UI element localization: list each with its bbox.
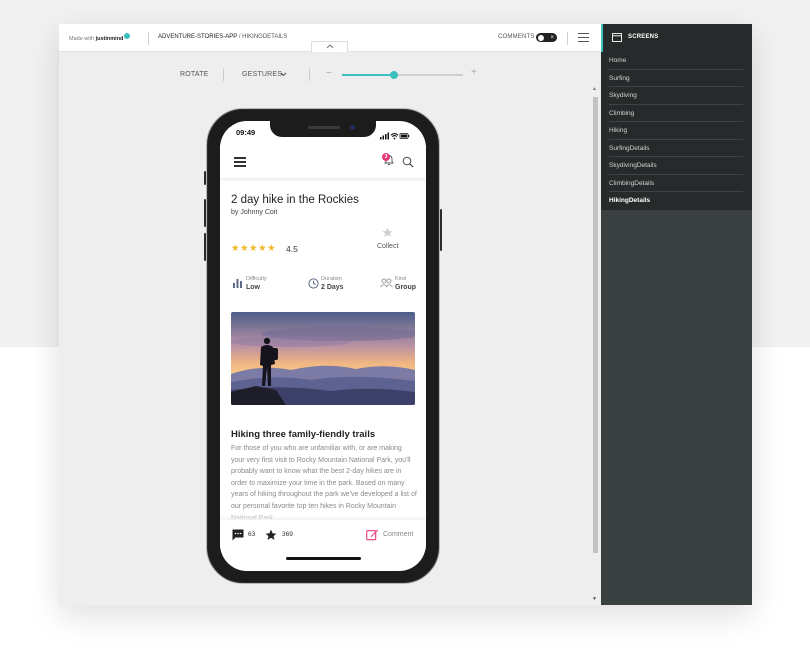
rating-stars: ★★★★★ bbox=[231, 243, 277, 254]
made-with-label: Made with bbox=[69, 36, 95, 42]
phone-volume-up-button bbox=[204, 199, 206, 227]
chevron-up-icon bbox=[326, 44, 334, 49]
screens-panel-title: SCREENS bbox=[628, 34, 659, 40]
article-action-bar: 63 369 Comment bbox=[220, 520, 426, 550]
zoom-out-button[interactable]: − bbox=[326, 68, 332, 79]
stat-value: 2 Days bbox=[321, 284, 344, 291]
screens-list: Home Surfing Skydiving Climbing Hiking S… bbox=[601, 52, 752, 210]
group-icon bbox=[380, 278, 393, 288]
divider bbox=[567, 32, 568, 45]
phone-power-button bbox=[440, 209, 442, 251]
stat-label: Difficulty bbox=[246, 276, 267, 282]
gestures-dropdown[interactable]: GESTURES bbox=[242, 71, 287, 78]
star-outline-icon[interactable] bbox=[382, 227, 393, 238]
phone-mute-button bbox=[204, 171, 206, 185]
chevron-down-icon bbox=[280, 72, 287, 77]
screen-item-skydiving-details[interactable]: SkydivingDetails bbox=[609, 157, 743, 175]
breadcrumb-project[interactable]: ADVENTURE-STORIES-APP bbox=[158, 34, 237, 40]
collapse-toolbar-button[interactable] bbox=[311, 41, 348, 52]
made-with-logo[interactable]: Made with justinmind bbox=[69, 33, 131, 42]
home-indicator bbox=[286, 557, 361, 560]
scrollbar-thumb[interactable] bbox=[593, 97, 598, 553]
phone-screen: 09:49 3 2 day hike in the Rockies by Joh… bbox=[220, 121, 426, 571]
screen-item-hiking-details[interactable]: HikingDetails bbox=[609, 192, 743, 210]
screen-item-climbing[interactable]: Climbing bbox=[609, 105, 743, 122]
star-icon[interactable] bbox=[265, 529, 277, 541]
stat-label: Kind bbox=[395, 276, 407, 282]
screen-item-surfing-details[interactable]: SurfingDetails bbox=[609, 140, 743, 157]
signal-icon bbox=[380, 132, 389, 140]
screens-icon bbox=[612, 33, 622, 42]
screen-item-climbing-details[interactable]: ClimbingDetails bbox=[609, 175, 743, 192]
notification-badge: 3 bbox=[382, 153, 390, 161]
zoom-slider-thumb[interactable] bbox=[390, 71, 399, 79]
search-icon[interactable] bbox=[402, 156, 414, 168]
comment-button[interactable]: Comment bbox=[383, 531, 413, 538]
brand-dot-icon bbox=[124, 33, 131, 39]
screens-panel-header[interactable]: SCREENS bbox=[601, 24, 752, 52]
bar-chart-icon bbox=[233, 279, 242, 288]
comments-count: 63 bbox=[248, 531, 256, 538]
stat-value: Group bbox=[395, 284, 416, 291]
phone-volume-down-button bbox=[204, 233, 206, 261]
zoom-slider[interactable] bbox=[342, 71, 463, 79]
zoom-in-button[interactable]: + bbox=[471, 67, 477, 78]
hiker-sunset-photo bbox=[231, 312, 415, 405]
scroll-down-arrow-icon[interactable]: ▼ bbox=[592, 596, 597, 602]
toggle-knob bbox=[538, 34, 544, 41]
gestures-label: GESTURES bbox=[242, 71, 283, 78]
brand-name: justinmind bbox=[95, 36, 124, 42]
viewer-top-bar: Made with justinmind ADVENTURE-STORIES-A… bbox=[59, 24, 601, 52]
phone-frame: 09:49 3 2 day hike in the Rockies by Joh… bbox=[204, 108, 442, 584]
screen-item-hiking[interactable]: Hiking bbox=[609, 122, 743, 140]
clock-icon bbox=[308, 278, 319, 289]
favorites-count: 369 bbox=[282, 531, 293, 538]
wifi-icon bbox=[390, 133, 399, 140]
breadcrumb: ADVENTURE-STORIES-APP / HIKINGDETAILS bbox=[158, 34, 287, 40]
collect-button[interactable]: Collect bbox=[377, 243, 398, 250]
phone-notch bbox=[270, 121, 376, 137]
app-header: 3 bbox=[220, 145, 426, 178]
section-title: Hiking three family-fiendly trails bbox=[231, 429, 376, 440]
zoom-slider-fill bbox=[342, 74, 395, 76]
camera bbox=[350, 125, 355, 130]
battery-icon bbox=[399, 133, 410, 139]
canvas-scrollbar[interactable]: ▲ ▼ bbox=[591, 86, 599, 605]
article-author: by Johnny Coit bbox=[231, 209, 278, 216]
prototype-viewer-window: Made with justinmind ADVENTURE-STORIES-A… bbox=[59, 24, 752, 605]
app-menu-icon[interactable] bbox=[234, 157, 246, 167]
stat-label: Duration bbox=[321, 276, 342, 282]
breadcrumb-separator: / bbox=[238, 34, 241, 40]
screens-panel: SCREENS Home Surfing Skydiving Climbing … bbox=[601, 24, 752, 605]
status-bar-time: 09:49 bbox=[236, 128, 256, 137]
divider bbox=[309, 68, 310, 81]
divider bbox=[148, 32, 149, 45]
breadcrumb-page: HIKINGDETAILS bbox=[242, 34, 288, 40]
article-body: For those of you who are unfamiliar with… bbox=[231, 445, 417, 519]
edit-comment-icon[interactable] bbox=[366, 528, 379, 541]
toggle-off-icon: × bbox=[550, 34, 554, 41]
article-title: 2 day hike in the Rockies bbox=[231, 194, 359, 206]
divider bbox=[223, 68, 224, 81]
comments-toggle[interactable]: × bbox=[536, 33, 557, 42]
menu-icon[interactable] bbox=[578, 33, 589, 42]
rating-value: 4.5 bbox=[286, 244, 298, 254]
status-bar-icons bbox=[380, 127, 410, 145]
screen-item-home[interactable]: Home bbox=[609, 52, 743, 70]
speaker bbox=[308, 126, 340, 129]
screen-item-surfing[interactable]: Surfing bbox=[609, 70, 743, 87]
rotate-button[interactable]: ROTATE bbox=[180, 71, 209, 78]
comments-label: COMMENTS bbox=[498, 34, 535, 40]
screen-item-skydiving[interactable]: Skydiving bbox=[609, 87, 743, 105]
scroll-up-arrow-icon[interactable]: ▲ bbox=[592, 86, 597, 92]
chat-icon[interactable] bbox=[232, 529, 244, 541]
stat-value: Low bbox=[246, 284, 260, 291]
